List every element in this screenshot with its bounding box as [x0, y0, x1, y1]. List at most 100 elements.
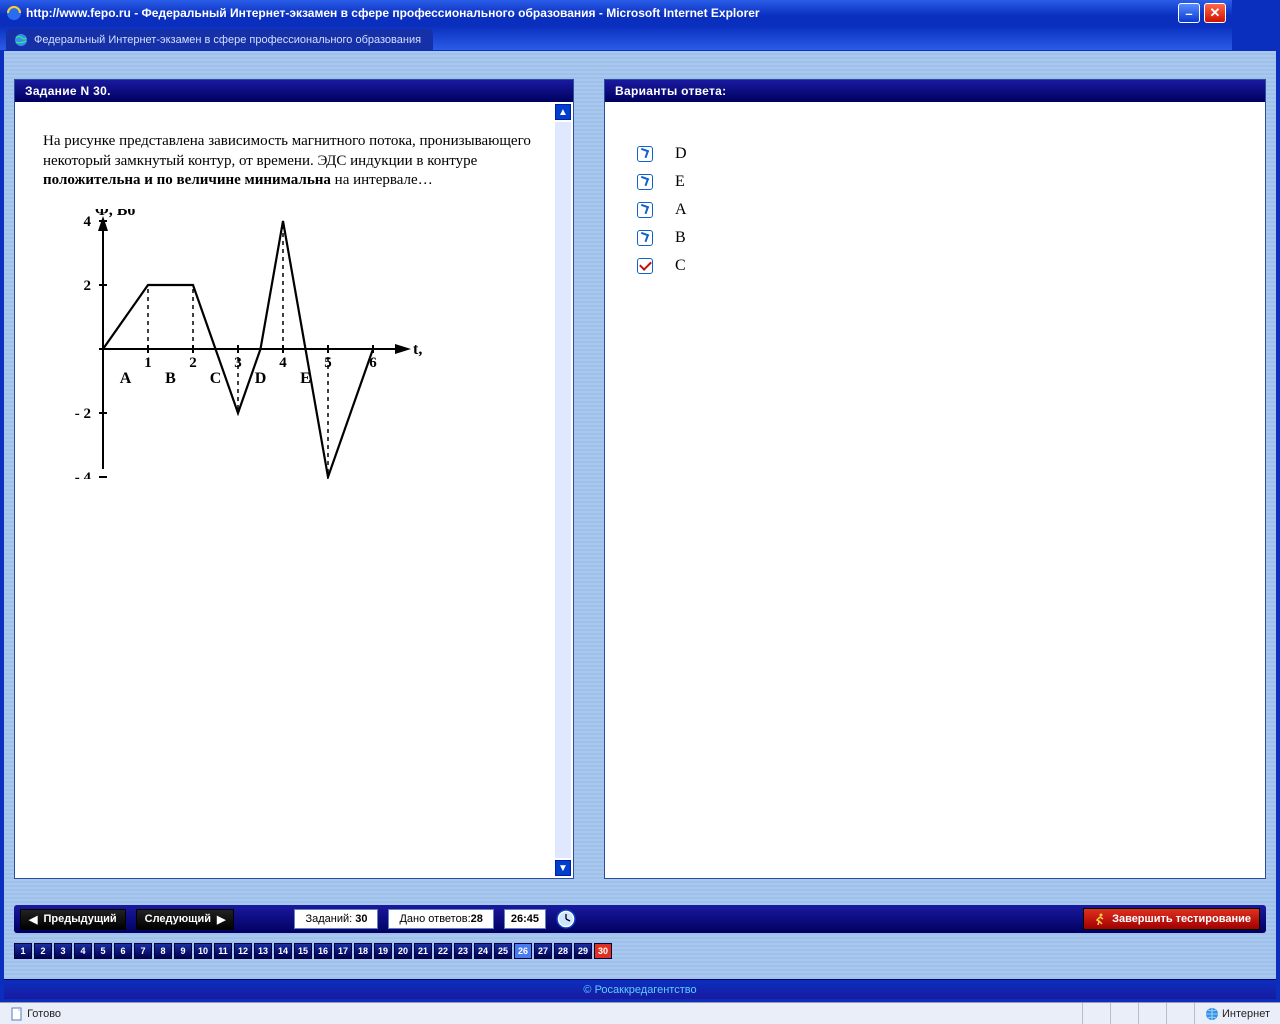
- svg-text:1: 1: [144, 355, 152, 371]
- copyright: © Росаккредагентство: [583, 984, 696, 996]
- checkbox-icon[interactable]: [637, 230, 653, 246]
- question-text-bold: положительна и по величине минимальна: [43, 172, 331, 188]
- answer-label: C: [675, 257, 686, 275]
- question-number-button[interactable]: 26: [514, 943, 532, 959]
- checkbox-icon[interactable]: [637, 146, 653, 162]
- answer-label: E: [675, 173, 685, 191]
- window-title: http://www.fepo.ru - Федеральный Интерне…: [26, 6, 1178, 20]
- navbar: ◀ Предыдущий Следующий ▶ Заданий: 30 Дан…: [14, 905, 1266, 933]
- svg-text:4: 4: [279, 355, 287, 371]
- answer-label: B: [675, 229, 686, 247]
- internet-zone-icon: [1205, 1007, 1219, 1021]
- question-number-button[interactable]: 1: [14, 943, 32, 959]
- scroll-up-button[interactable]: ▲: [555, 104, 571, 120]
- answer-option[interactable]: D: [633, 140, 1237, 168]
- svg-text:D: D: [255, 370, 267, 387]
- browser-statusbar: Готово Интернет: [0, 1002, 1280, 1024]
- question-number-button[interactable]: 12: [234, 943, 252, 959]
- scroll-down-button[interactable]: ▼: [555, 860, 571, 876]
- runner-icon: [1092, 912, 1106, 926]
- app-client: Задание N 30. ▲ ▼ На рисунке представлен…: [3, 50, 1277, 1000]
- next-button[interactable]: Следующий ▶: [136, 909, 235, 930]
- question-number-button[interactable]: 20: [394, 943, 412, 959]
- question-number-button[interactable]: 17: [334, 943, 352, 959]
- question-number-button[interactable]: 18: [354, 943, 372, 959]
- answered-count-box: Дано ответов:28: [388, 909, 493, 929]
- tasks-count-box: Заданий: 30: [294, 909, 378, 929]
- svg-text:E: E: [300, 370, 311, 387]
- question-text: На рисунке представлена зависимость магн…: [43, 132, 545, 191]
- question-number-button[interactable]: 3: [54, 943, 72, 959]
- question-number-button[interactable]: 25: [494, 943, 512, 959]
- svg-text:C: C: [210, 370, 222, 387]
- question-number-button[interactable]: 27: [534, 943, 552, 959]
- checkbox-icon[interactable]: [637, 202, 653, 218]
- answer-option[interactable]: B: [633, 224, 1237, 252]
- question-number-button[interactable]: 15: [294, 943, 312, 959]
- question-number-button[interactable]: 2: [34, 943, 52, 959]
- question-number-button[interactable]: 14: [274, 943, 292, 959]
- browser-tab-label: Федеральный Интернет-экзамен в сфере про…: [34, 34, 421, 46]
- question-number-button[interactable]: 6: [114, 943, 132, 959]
- clock-icon: [556, 909, 576, 929]
- question-number-button[interactable]: 21: [414, 943, 432, 959]
- prev-button[interactable]: ◀ Предыдущий: [20, 909, 126, 930]
- browser-tabbar: Федеральный Интернет-экзамен в сфере про…: [0, 26, 1232, 50]
- question-number-button[interactable]: 28: [554, 943, 572, 959]
- window-close-button[interactable]: ✕: [1204, 3, 1226, 23]
- finish-button-label: Завершить тестирование: [1112, 913, 1251, 925]
- svg-text:t, с: t, с: [413, 341, 423, 358]
- question-number-button[interactable]: 29: [574, 943, 592, 959]
- window-titlebar: http://www.fepo.ru - Федеральный Интерне…: [0, 0, 1232, 26]
- question-number-button[interactable]: 10: [194, 943, 212, 959]
- answers-body: DEABC: [605, 102, 1265, 878]
- question-number-button[interactable]: 7: [134, 943, 152, 959]
- next-button-label: Следующий: [145, 913, 211, 925]
- svg-text:Ф, Вб: Ф, Вб: [95, 209, 135, 219]
- question-number-button[interactable]: 9: [174, 943, 192, 959]
- answer-option[interactable]: A: [633, 196, 1237, 224]
- question-number-button[interactable]: 13: [254, 943, 272, 959]
- question-number-button[interactable]: 5: [94, 943, 112, 959]
- page-icon: [10, 1007, 24, 1021]
- question-number-button[interactable]: 19: [374, 943, 392, 959]
- finish-button[interactable]: Завершить тестирование: [1083, 908, 1260, 930]
- answers-panel: Варианты ответа: DEABC: [604, 79, 1266, 879]
- question-number-button[interactable]: 23: [454, 943, 472, 959]
- question-text-part2: на интервале…: [331, 172, 433, 188]
- checkbox-icon[interactable]: [637, 174, 653, 190]
- answers-header: Варианты ответа:: [605, 80, 1265, 102]
- browser-tab[interactable]: Федеральный Интернет-экзамен в сфере про…: [6, 29, 433, 50]
- svg-text:4: 4: [84, 214, 92, 230]
- answer-option[interactable]: E: [633, 168, 1237, 196]
- question-text-part1: На рисунке представлена зависимость магн…: [43, 133, 531, 169]
- svg-text:- 2: - 2: [75, 406, 91, 422]
- globe-icon: [14, 33, 28, 47]
- question-number-button[interactable]: 16: [314, 943, 332, 959]
- chart: - 4- 224123456Ф, Вбt, сABCDE: [43, 209, 423, 479]
- question-number-button[interactable]: 24: [474, 943, 492, 959]
- checkbox-icon[interactable]: [637, 258, 653, 274]
- question-body: ▲ ▼ На рисунке представлена зависимость …: [15, 102, 573, 878]
- question-number-button[interactable]: 22: [434, 943, 452, 959]
- question-number-button[interactable]: 4: [74, 943, 92, 959]
- question-panel: Задание N 30. ▲ ▼ На рисунке представлен…: [14, 79, 574, 879]
- question-number-button[interactable]: 8: [154, 943, 172, 959]
- timer-box: 26:45: [504, 909, 546, 929]
- answer-option[interactable]: C: [633, 252, 1237, 280]
- svg-text:B: B: [165, 370, 176, 387]
- scrollbar-track[interactable]: [555, 122, 571, 858]
- svg-text:2: 2: [84, 278, 92, 294]
- prev-button-label: Предыдущий: [43, 913, 116, 925]
- app-footer: © Росаккредагентство: [4, 979, 1276, 999]
- question-number-button[interactable]: 11: [214, 943, 232, 959]
- triangle-right-icon: ▶: [217, 913, 225, 926]
- svg-text:- 4: - 4: [75, 470, 92, 479]
- answer-label: D: [675, 145, 687, 163]
- window-minimize-button[interactable]: –: [1178, 3, 1200, 23]
- answer-label: A: [675, 201, 687, 219]
- triangle-left-icon: ◀: [29, 913, 37, 926]
- question-number-button[interactable]: 30: [594, 943, 612, 959]
- question-number-strip: 1234567891011121314151617181920212223242…: [14, 943, 612, 959]
- ie-icon: [6, 5, 22, 21]
